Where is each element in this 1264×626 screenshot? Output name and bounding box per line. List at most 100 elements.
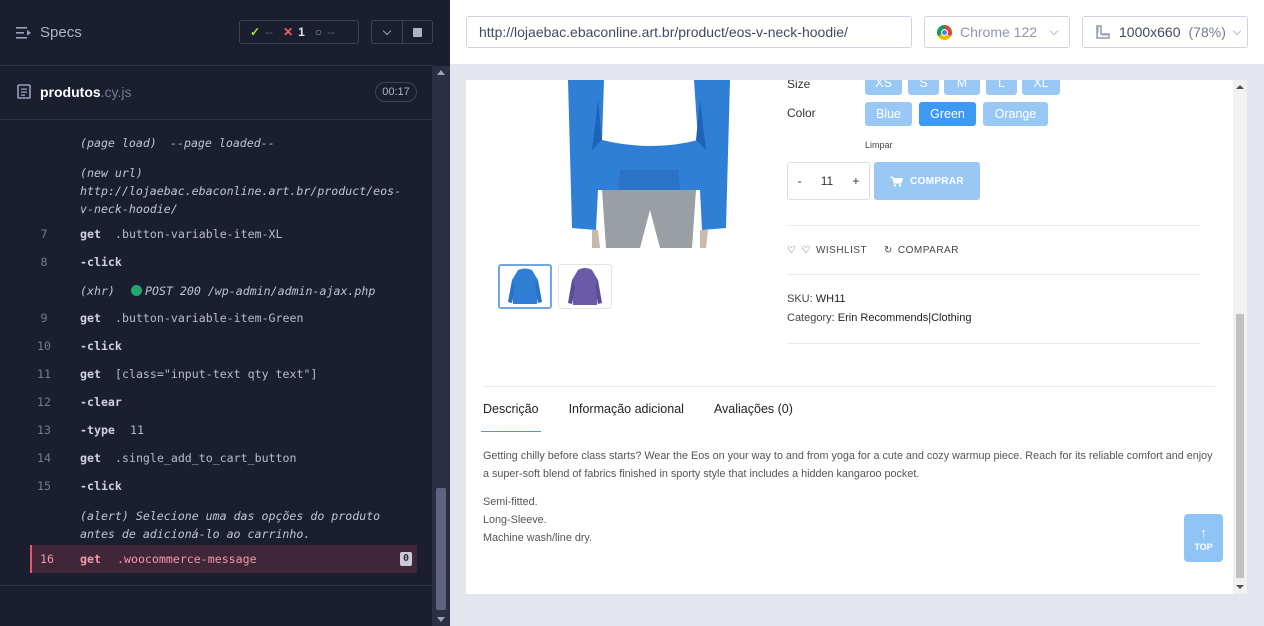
specs-button[interactable]: Specs xyxy=(16,24,82,41)
compare-link[interactable]: ↻ COMPARAR xyxy=(884,245,959,256)
passed-stat: ✓ -- xyxy=(250,25,273,39)
scrollbar-thumb[interactable] xyxy=(436,488,446,610)
chevron-down-icon xyxy=(1049,26,1059,35)
wishlist-label: WISHLIST xyxy=(815,245,868,256)
command-message: .button-variable-item-Green xyxy=(115,311,304,325)
cypress-runner: Specs ✓ -- ✕ 1 ○ -- produtos.cy.js 00:17… xyxy=(0,0,450,626)
hoodie-blue-icon xyxy=(508,268,542,304)
feature-item: Semi-fitted. xyxy=(483,496,538,508)
failed-count: 1 xyxy=(298,25,305,39)
spec-filename[interactable]: produtos.cy.js xyxy=(40,84,132,100)
scroll-up-icon[interactable] xyxy=(1236,85,1244,89)
spec-name: produtos xyxy=(40,84,101,100)
command-number: 13 xyxy=(37,423,51,437)
tab-descricao[interactable]: Descrição xyxy=(481,402,541,432)
tab-informacao-adicional[interactable]: Informação adicional xyxy=(569,402,684,432)
quantity-stepper[interactable]: - 11 + xyxy=(787,162,870,200)
divider xyxy=(787,225,1200,226)
product-thumbnail-blue[interactable] xyxy=(498,264,552,309)
hoodie-purple-icon xyxy=(568,268,602,305)
scroll-down-icon[interactable] xyxy=(1236,585,1244,589)
ruler-icon xyxy=(1096,25,1110,39)
clear-selection-link[interactable]: Limpar xyxy=(865,140,893,150)
check-icon: ✓ xyxy=(250,25,261,39)
product-thumbnail-purple[interactable] xyxy=(558,264,612,309)
product-description: Getting chilly before class starts? Wear… xyxy=(483,447,1217,547)
pending-icon: ○ xyxy=(314,25,323,39)
command-name: get xyxy=(80,311,101,325)
chrome-icon xyxy=(937,24,952,40)
size-option-m[interactable]: M xyxy=(944,80,980,95)
failed-command-row[interactable]: 16 get .woocommerce-message 0 xyxy=(30,545,417,573)
command-name: -click xyxy=(80,339,122,353)
size-option-s[interactable]: S xyxy=(908,80,939,95)
command-name: -clear xyxy=(80,395,122,409)
command-name: -click xyxy=(80,479,122,493)
size-label: Size xyxy=(787,80,811,91)
chevron-down-icon xyxy=(1232,26,1242,35)
pending-count: -- xyxy=(327,25,336,39)
qty-input[interactable]: 11 xyxy=(821,174,833,188)
top-label: TOP xyxy=(1194,541,1213,552)
collapse-button[interactable] xyxy=(371,20,403,44)
tab-avaliacoes[interactable]: Avaliações (0) xyxy=(714,402,793,432)
runner-footer xyxy=(0,585,432,626)
command-number: 9 xyxy=(40,311,48,325)
command-log-scrollbar[interactable] xyxy=(432,66,450,626)
color-option-green[interactable]: Green xyxy=(919,102,976,126)
add-to-cart-label: COMPRAR xyxy=(910,175,964,187)
viewport-size: 1000x660 xyxy=(1119,24,1181,40)
sku-line: SKU: WH11 xyxy=(787,293,846,305)
scrollbar-thumb[interactable] xyxy=(1236,314,1244,578)
arrow-up-icon: ↑ xyxy=(1200,524,1207,540)
viewport-info[interactable]: 1000x660 (78%) xyxy=(1082,16,1248,48)
command-message: [class="input-text qty text"] xyxy=(115,367,318,381)
size-option-xs[interactable]: XS xyxy=(865,80,902,95)
refresh-icon: ↻ xyxy=(884,245,893,256)
browser-selector[interactable]: Chrome 122 xyxy=(924,16,1070,48)
size-option-xl[interactable]: XL xyxy=(1022,80,1060,95)
spec-duration: 00:17 xyxy=(375,82,417,102)
product-main-image[interactable] xyxy=(562,80,736,248)
back-to-top-button[interactable]: ↑ TOP xyxy=(1184,514,1223,562)
size-option-l[interactable]: L xyxy=(986,80,1017,95)
command-number: 7 xyxy=(40,227,48,241)
product-tabs: Descrição Informação adicional Avaliaçõe… xyxy=(481,402,793,432)
divider xyxy=(483,386,1215,387)
description-text: Getting chilly before class starts? Wear… xyxy=(483,450,1213,480)
command-name: (xhr) xyxy=(80,284,115,298)
qty-minus-button[interactable]: - xyxy=(798,174,802,188)
command-name: -type xyxy=(80,423,115,437)
browser-label: Chrome 122 xyxy=(960,24,1038,40)
category-value[interactable]: Erin Recommends|Clothing xyxy=(838,312,972,324)
heart-outline-icon: ♡ xyxy=(801,245,811,256)
app-under-test-panel: http://lojaebac.ebaconline.art.br/produc… xyxy=(450,0,1264,626)
url-display[interactable]: http://lojaebac.ebaconline.art.br/produc… xyxy=(466,16,912,48)
viewport-zoom: (78%) xyxy=(1188,24,1226,40)
stop-icon xyxy=(413,27,422,37)
add-to-cart-button[interactable]: COMPRAR xyxy=(874,162,980,200)
qty-plus-button[interactable]: + xyxy=(852,174,859,188)
command-name: (new url) xyxy=(80,166,143,180)
scroll-up-icon[interactable] xyxy=(437,70,445,75)
command-number: 10 xyxy=(37,339,51,353)
command-message: .single_add_to_cart_button xyxy=(115,451,297,465)
specs-list-icon xyxy=(16,26,31,39)
iframe-scrollbar[interactable] xyxy=(1233,80,1247,594)
xhr-status-dot xyxy=(131,285,142,296)
wishlist-link[interactable]: ♡ ♡ WISHLIST xyxy=(787,245,867,256)
command-number: 15 xyxy=(37,479,51,493)
scroll-down-icon[interactable] xyxy=(437,617,445,622)
specs-label: Specs xyxy=(40,24,82,41)
heart-icon: ♡ xyxy=(787,245,797,256)
sku-label: SKU: xyxy=(787,293,813,305)
command-name: get xyxy=(80,451,101,465)
feature-item: Machine wash/line dry. xyxy=(483,532,593,544)
command-xhr-message: POST 200 /wp-admin/admin-ajax.php xyxy=(131,284,375,298)
color-option-blue[interactable]: Blue xyxy=(865,102,912,126)
sku-value: WH11 xyxy=(815,293,846,305)
stop-button[interactable] xyxy=(402,20,433,44)
color-option-orange[interactable]: Orange xyxy=(983,102,1048,126)
command-name: -click xyxy=(80,255,122,269)
command-message: --page loaded-- xyxy=(170,136,275,150)
